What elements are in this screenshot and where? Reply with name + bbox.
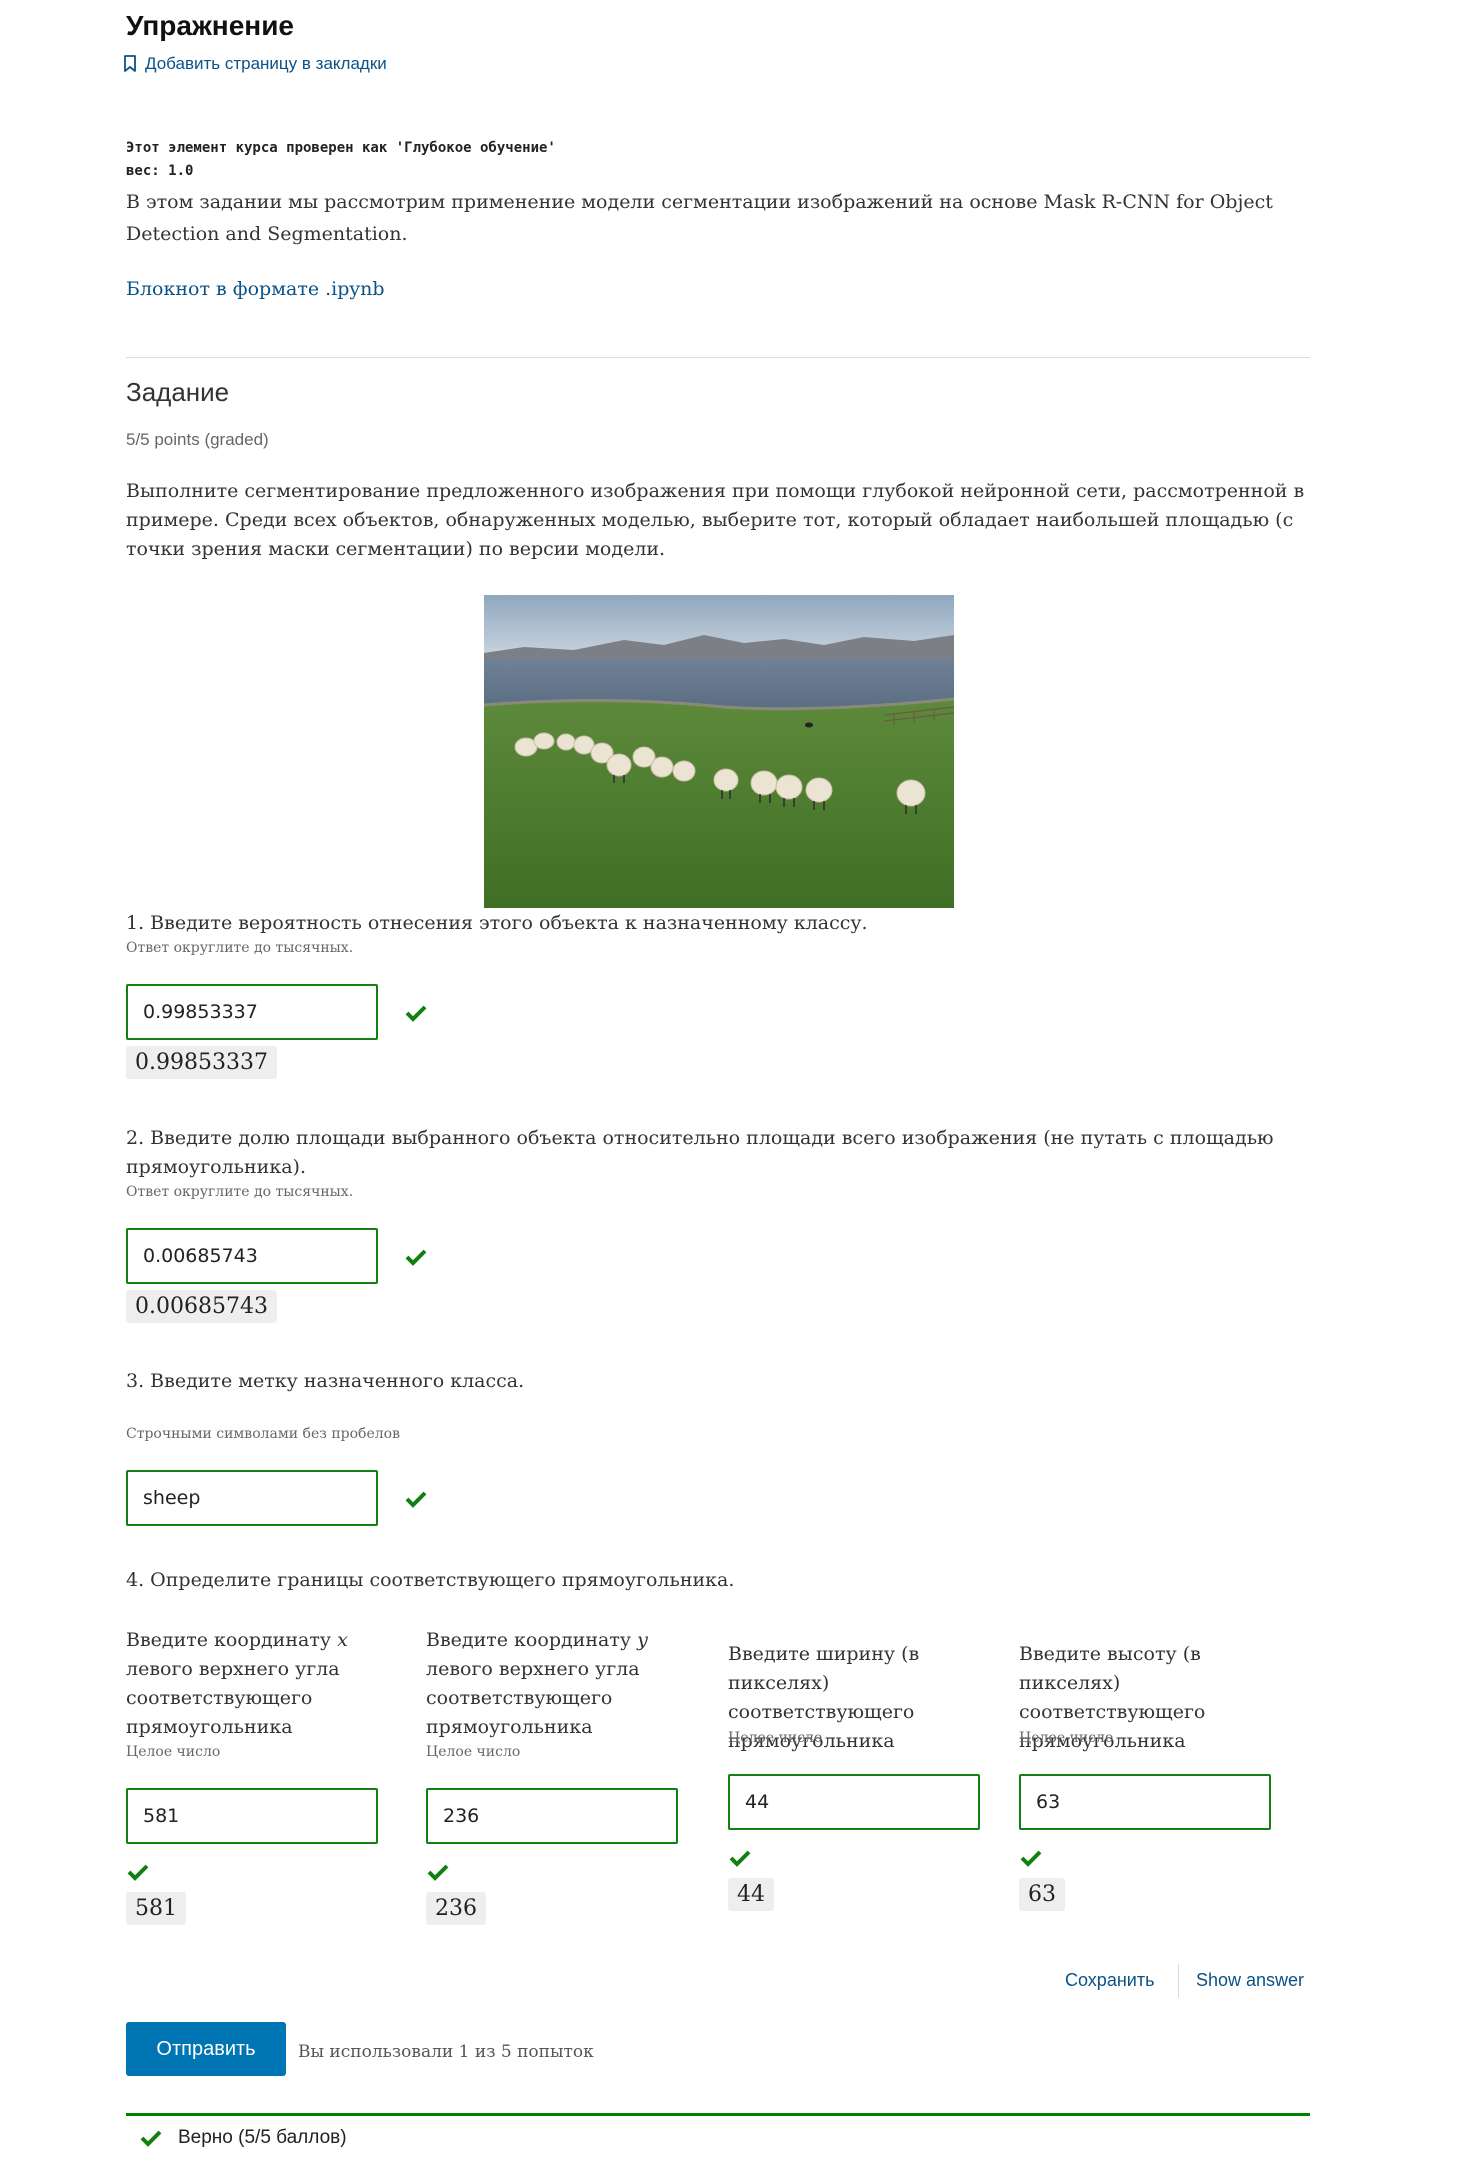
field-height-hint: Целое число [1019,1730,1114,1746]
checkmark-icon [729,1850,751,1867]
var-x: x [337,1629,348,1651]
save-button[interactable]: Сохранить [1065,1970,1154,1991]
field-height-echo: 63 [1019,1878,1065,1911]
weight-line: вес: 1.0 [126,163,194,179]
field-y-label: Введите координату y левого верхнего угл… [426,1626,711,1742]
action-separator [1178,1964,1179,1998]
task-text: Выполните сегментирование предложенного … [126,480,1305,560]
problem-title: Задание [126,377,230,407]
field-x-label-pre: Введите координату [126,1629,338,1651]
checkmark-icon [127,1864,149,1881]
attempts-label: Вы использовали 1 из 5 попыток [298,2042,594,2062]
question-2-input[interactable] [126,1228,378,1284]
field-height-input[interactable] [1019,1774,1271,1830]
divider [126,357,1310,358]
checkmark-icon [427,1864,449,1881]
field-width-input[interactable] [728,1774,980,1830]
checkmark-icon [405,1005,427,1022]
question-3-label: 3. Введите метку назначенного класса. [126,1370,525,1392]
field-x-hint: Целое число [126,1744,221,1760]
question-1-echo: 0.99853337 [126,1046,277,1079]
field-y-input[interactable] [426,1788,678,1844]
field-y-label-pre: Введите координату [426,1629,638,1651]
checkmark-icon [405,1491,427,1508]
result-bar [126,2113,1310,2116]
checkmark-icon [405,1249,427,1266]
field-y-label-post: левого верхнего угла соответствующего пр… [426,1658,640,1738]
question-2-echo: 0.00685743 [126,1290,277,1323]
field-y-hint: Целое число [426,1744,521,1760]
page-title: Упражнение [126,10,294,41]
field-y-echo: 236 [426,1892,486,1925]
question-3-hint: Строчными символами без пробелов [126,1426,400,1442]
intro-text: В этом задании мы рассмотрим применение … [126,191,1273,245]
notebook-link[interactable]: Блокнот в формате .ipynb [126,278,385,300]
result-text: Верно (5/5 баллов) [178,2127,347,2148]
checkmark-icon [140,2130,162,2147]
field-x-echo: 581 [126,1892,186,1925]
field-x-input[interactable] [126,1788,378,1844]
field-width-echo: 44 [728,1878,774,1911]
show-answer-button[interactable]: Show answer [1196,1970,1304,1991]
sheep-photo [484,595,954,908]
bookmark-button[interactable]: Добавить страницу в закладки [123,54,387,74]
bookmark-label: Добавить страницу в закладки [145,54,387,73]
field-x-label: Введите координату x левого верхнего угл… [126,1626,411,1742]
graded-note: Этот элемент курса проверен как 'Глубоко… [126,137,556,183]
points-label: 5/5 points (graded) [126,430,269,449]
question-4-label: 4. Определите границы соответствующего п… [126,1569,735,1591]
question-3-input[interactable] [126,1470,378,1526]
submit-button[interactable]: Отправить [126,2022,286,2076]
question-1-label: 1. Введите вероятность отнесения этого о… [126,912,868,934]
question-1-hint: Ответ округлите до тысячных. [126,940,354,956]
field-x-label-post: левого верхнего угла соответствующего пр… [126,1658,340,1738]
checkmark-icon [1020,1850,1042,1867]
field-width-hint: Целое число [728,1730,823,1746]
question-2-label: 2. Введите долю площади выбранного объек… [126,1127,1274,1178]
question-2-hint: Ответ округлите до тысячных. [126,1184,354,1200]
result-status: Верно (5/5 баллов) [140,2127,347,2149]
question-1-input[interactable] [126,984,378,1040]
var-y: y [637,1629,648,1651]
bookmark-icon [124,55,136,72]
graded-note-line: Этот элемент курса проверен как 'Глубоко… [126,140,556,156]
